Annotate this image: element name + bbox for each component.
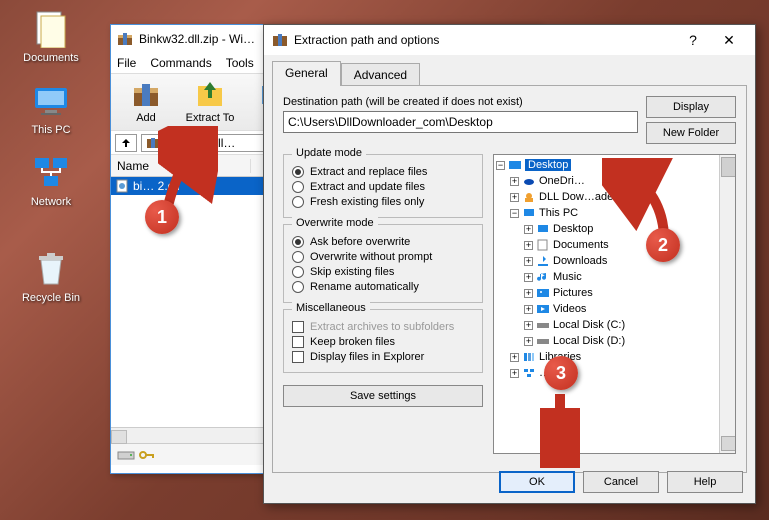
tab-general-body: Destination path (will be created if doe… (272, 85, 747, 473)
drive-icon (117, 448, 135, 462)
desktop-icon-network[interactable]: Network (14, 152, 88, 208)
radio-rename-auto[interactable]: Rename automatically (292, 281, 474, 293)
tree-pc-videos[interactable]: +Videos (496, 301, 733, 317)
update-mode-group: Update mode Extract and replace files Ex… (283, 154, 483, 218)
tree-pc-diskc[interactable]: +Local Disk (C:) (496, 317, 733, 333)
tree-pc-pictures[interactable]: +Pictures (496, 285, 733, 301)
dialog-buttons: OK Cancel Help (499, 471, 743, 493)
tree-scrollbar[interactable] (719, 155, 735, 453)
desktop-icon-label: Recycle Bin (14, 292, 88, 304)
annotation-arrow-3 (540, 388, 580, 468)
menu-commands[interactable]: Commands (150, 56, 211, 70)
cancel-button[interactable]: Cancel (583, 471, 659, 493)
radio-overwrite-no-prompt[interactable]: Overwrite without prompt (292, 251, 474, 263)
dialog-title: Extraction path and options (294, 33, 439, 47)
overwrite-mode-group: Overwrite mode Ask before overwrite Over… (283, 224, 483, 303)
desktop-icon-documents[interactable]: Documents (14, 8, 88, 64)
up-arrow-icon (120, 138, 132, 148)
key-icon (139, 449, 155, 461)
ok-button[interactable]: OK (499, 471, 575, 493)
misc-group: Miscellaneous Extract archives to subfol… (283, 309, 483, 373)
desktop-icon-label: This PC (14, 124, 88, 136)
tree-libraries[interactable]: +Libraries (496, 349, 733, 365)
check-keep-broken[interactable]: Keep broken files (292, 336, 474, 348)
close-button[interactable]: ✕ (711, 26, 747, 54)
tab-advanced[interactable]: Advanced (341, 63, 420, 86)
extraction-dialog: Extraction path and options ? ✕ General … (263, 24, 756, 504)
menu-file[interactable]: File (117, 56, 136, 70)
dialog-titlebar[interactable]: Extraction path and options ? ✕ (264, 25, 755, 55)
radio-skip-existing[interactable]: Skip existing files (292, 266, 474, 278)
tree-network[interactable]: +…work (496, 365, 733, 381)
radio-extract-update[interactable]: Extract and update files (292, 181, 474, 193)
save-settings-button[interactable]: Save settings (283, 385, 483, 407)
overwrite-title: Overwrite mode (292, 217, 378, 229)
annotation-badge-2: 2 (646, 228, 680, 262)
annotation-badge-3: 3 (544, 356, 578, 390)
annotation-arrow-2 (602, 158, 692, 248)
annotation-badge-1: 1 (145, 200, 179, 234)
radio-extract-replace[interactable]: Extract and replace files (292, 166, 474, 178)
radio-fresh-only[interactable]: Fresh existing files only (292, 196, 474, 208)
winrar-title: Binkw32.dll.zip - Wi… (139, 32, 255, 46)
add-button[interactable]: Add (117, 77, 175, 127)
help-dialog-button[interactable]: Help (667, 471, 743, 493)
path-up-button[interactable] (115, 134, 137, 152)
desktop-icon-thispc[interactable]: This PC (14, 80, 88, 136)
winrar-icon (117, 31, 133, 47)
update-mode-title: Update mode (292, 147, 366, 159)
check-display-explorer[interactable]: Display files in Explorer (292, 351, 474, 363)
destination-label: Destination path (will be created if doe… (283, 96, 638, 108)
desktop-icon-recyclebin[interactable]: Recycle Bin (14, 248, 88, 304)
extract-to-label: Extract To (182, 112, 238, 124)
new-folder-button[interactable]: New Folder (646, 122, 736, 144)
display-button[interactable]: Display (646, 96, 736, 118)
extract-to-button[interactable]: Extract To (181, 77, 239, 127)
destination-input[interactable] (283, 111, 638, 133)
misc-title: Miscellaneous (292, 302, 370, 314)
check-subfolders[interactable]: Extract archives to subfolders (292, 321, 474, 333)
dll-file-icon (115, 179, 129, 193)
desktop-icon-label: Network (14, 196, 88, 208)
winrar-icon (272, 32, 288, 48)
desktop-icon-label: Documents (14, 52, 88, 64)
tree-pc-diskd[interactable]: +Local Disk (D:) (496, 333, 733, 349)
help-button[interactable]: ? (675, 26, 711, 54)
dialog-tabs: General Advanced (272, 61, 747, 86)
tab-general[interactable]: General (272, 61, 341, 86)
add-label: Add (118, 112, 174, 124)
menu-tools[interactable]: Tools (226, 56, 254, 70)
tree-pc-downloads[interactable]: +Downloads (496, 253, 733, 269)
radio-ask-overwrite[interactable]: Ask before overwrite (292, 236, 474, 248)
tree-pc-music[interactable]: +Music (496, 269, 733, 285)
